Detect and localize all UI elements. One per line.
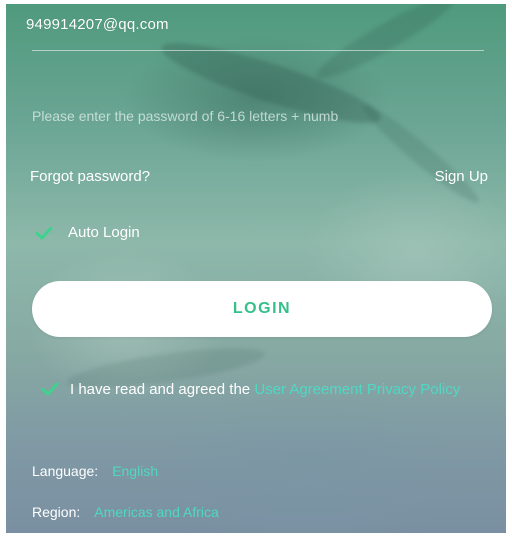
region-label: Region: — [32, 504, 81, 520]
agreement-text: I have read and agreed the User Agreemen… — [70, 376, 460, 403]
agreement-prefix: I have read and agreed the — [70, 381, 255, 398]
login-button[interactable]: LOGIN — [32, 281, 492, 337]
email-value: 949914207@qq.com — [26, 16, 169, 33]
email-field[interactable]: 949914207@qq.com — [26, 16, 486, 46]
language-label: Language: — [32, 463, 99, 479]
forgot-password-link[interactable]: Forgot password? — [30, 168, 150, 185]
privacy-policy-link[interactable]: Privacy Policy — [367, 381, 460, 398]
account-links: Forgot password? Sign Up — [30, 168, 490, 190]
language-selector[interactable]: English — [112, 463, 158, 479]
checkmark-icon[interactable] — [34, 223, 54, 243]
login-screen: 949914207@qq.com Please enter the passwo… — [6, 4, 506, 533]
region-selector[interactable]: Americas and Africa — [94, 504, 219, 520]
password-placeholder: Please enter the password of 6-16 letter… — [32, 108, 339, 124]
auto-login-row: Auto Login — [34, 223, 140, 243]
sign-up-link[interactable]: Sign Up — [435, 168, 488, 185]
password-field[interactable]: Please enter the password of 6-16 letter… — [32, 108, 494, 124]
agreement-row: I have read and agreed the User Agreemen… — [40, 376, 480, 403]
email-underline — [32, 50, 484, 51]
user-agreement-link[interactable]: User Agreement — [254, 381, 362, 398]
language-row: Language: English — [32, 463, 158, 479]
region-row: Region: Americas and Africa — [32, 504, 219, 520]
checkmark-icon[interactable] — [40, 379, 60, 399]
auto-login-label: Auto Login — [68, 224, 140, 241]
